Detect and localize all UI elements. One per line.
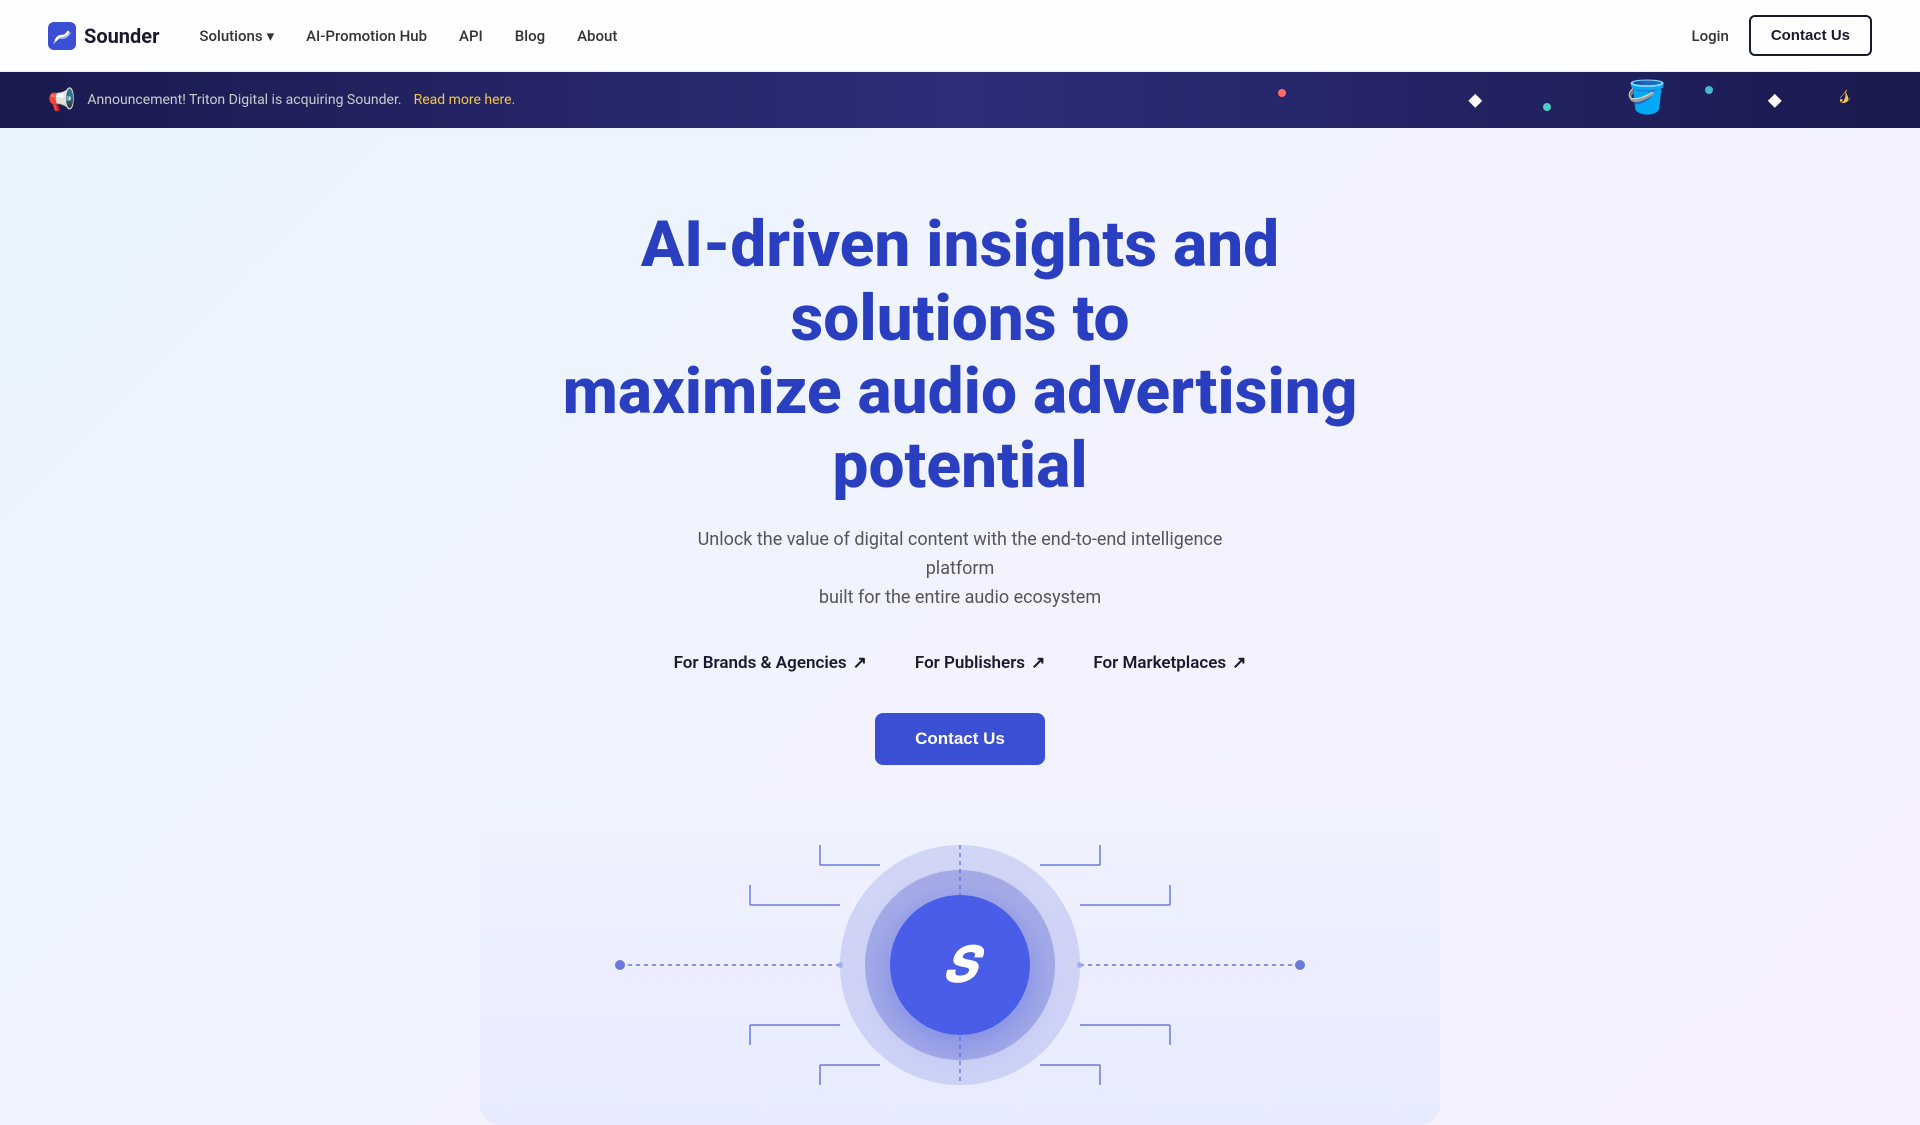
announcement-banner: 📢 Announcement! Triton Digital is acquir… [0,72,1920,128]
login-link[interactable]: Login [1692,27,1729,45]
logo[interactable]: Sounder [48,22,159,50]
nav-item-about[interactable]: About [577,26,617,45]
announcement-text: Announcement! Triton Digital is acquirin… [87,92,401,108]
dot-blue [1705,86,1713,94]
about-link[interactable]: About [577,27,617,45]
logo-text: Sounder [84,24,159,48]
hero-links: For Brands & Agencies ↗ For Publishers ↗… [48,653,1872,673]
nav-item-api[interactable]: API [459,26,483,45]
banner-illustration-squiggle: 𝓈 [1840,76,1851,111]
dot-teal [1543,103,1551,111]
chevron-down-icon: ▾ [267,27,275,45]
diagram-mid-ring: 𝑺 [865,870,1055,1060]
diamond-icon-1: ◆ [1468,90,1482,111]
blog-link[interactable]: Blog [515,27,545,45]
ai-hub-link[interactable]: AI-Promotion Hub [306,27,427,45]
arrow-icon-1: ↗ [853,653,867,673]
brands-agencies-link[interactable]: For Brands & Agencies ↗ [674,653,867,673]
publishers-link[interactable]: For Publishers ↗ [915,653,1045,673]
marketplaces-link[interactable]: For Marketplaces ↗ [1093,653,1246,673]
nav-item-ai-hub[interactable]: AI-Promotion Hub [306,26,427,45]
nav-right: Login Contact Us [1692,15,1872,56]
solutions-link[interactable]: Solutions ▾ [199,27,274,45]
diagram-section: 𝑺 [480,805,1440,1125]
diamond-icon-2: ◆ [1768,90,1782,111]
diagram-container: 𝑺 [480,805,1440,1125]
hero-section: AI-driven insights and solutions to maxi… [0,128,1920,805]
nav-item-solutions[interactable]: Solutions ▾ [199,27,274,45]
announcement-link[interactable]: Read more here. [414,92,516,108]
hero-title: AI-driven insights and solutions to maxi… [510,208,1410,502]
diagram-inner-circle: 𝑺 [890,895,1030,1035]
nav-left: Sounder Solutions ▾ AI-Promotion Hub API… [48,22,617,50]
contact-us-hero-button[interactable]: Contact Us [875,713,1045,765]
sounder-s-logo: 𝑺 [944,936,977,994]
diagram-outer-ring: 𝑺 [840,845,1080,1085]
dot-red [1278,89,1286,97]
sounder-logo-icon [48,22,76,50]
contact-us-nav-button[interactable]: Contact Us [1749,15,1872,56]
banner-illustration-bucket: 🪣 [1627,78,1667,116]
api-link[interactable]: API [459,27,483,45]
banner-emoji-icon: 📢 [48,88,75,113]
nav-links: Solutions ▾ AI-Promotion Hub API Blog Ab… [199,26,617,45]
navbar: Sounder Solutions ▾ AI-Promotion Hub API… [0,0,1920,72]
arrow-icon-3: ↗ [1232,653,1246,673]
nav-item-blog[interactable]: Blog [515,26,545,45]
arrow-icon-2: ↗ [1031,653,1045,673]
hero-subtitle: Unlock the value of digital content with… [670,526,1250,612]
banner-decorations: ◆ ◆ 🪣 𝓈 [768,72,1920,128]
